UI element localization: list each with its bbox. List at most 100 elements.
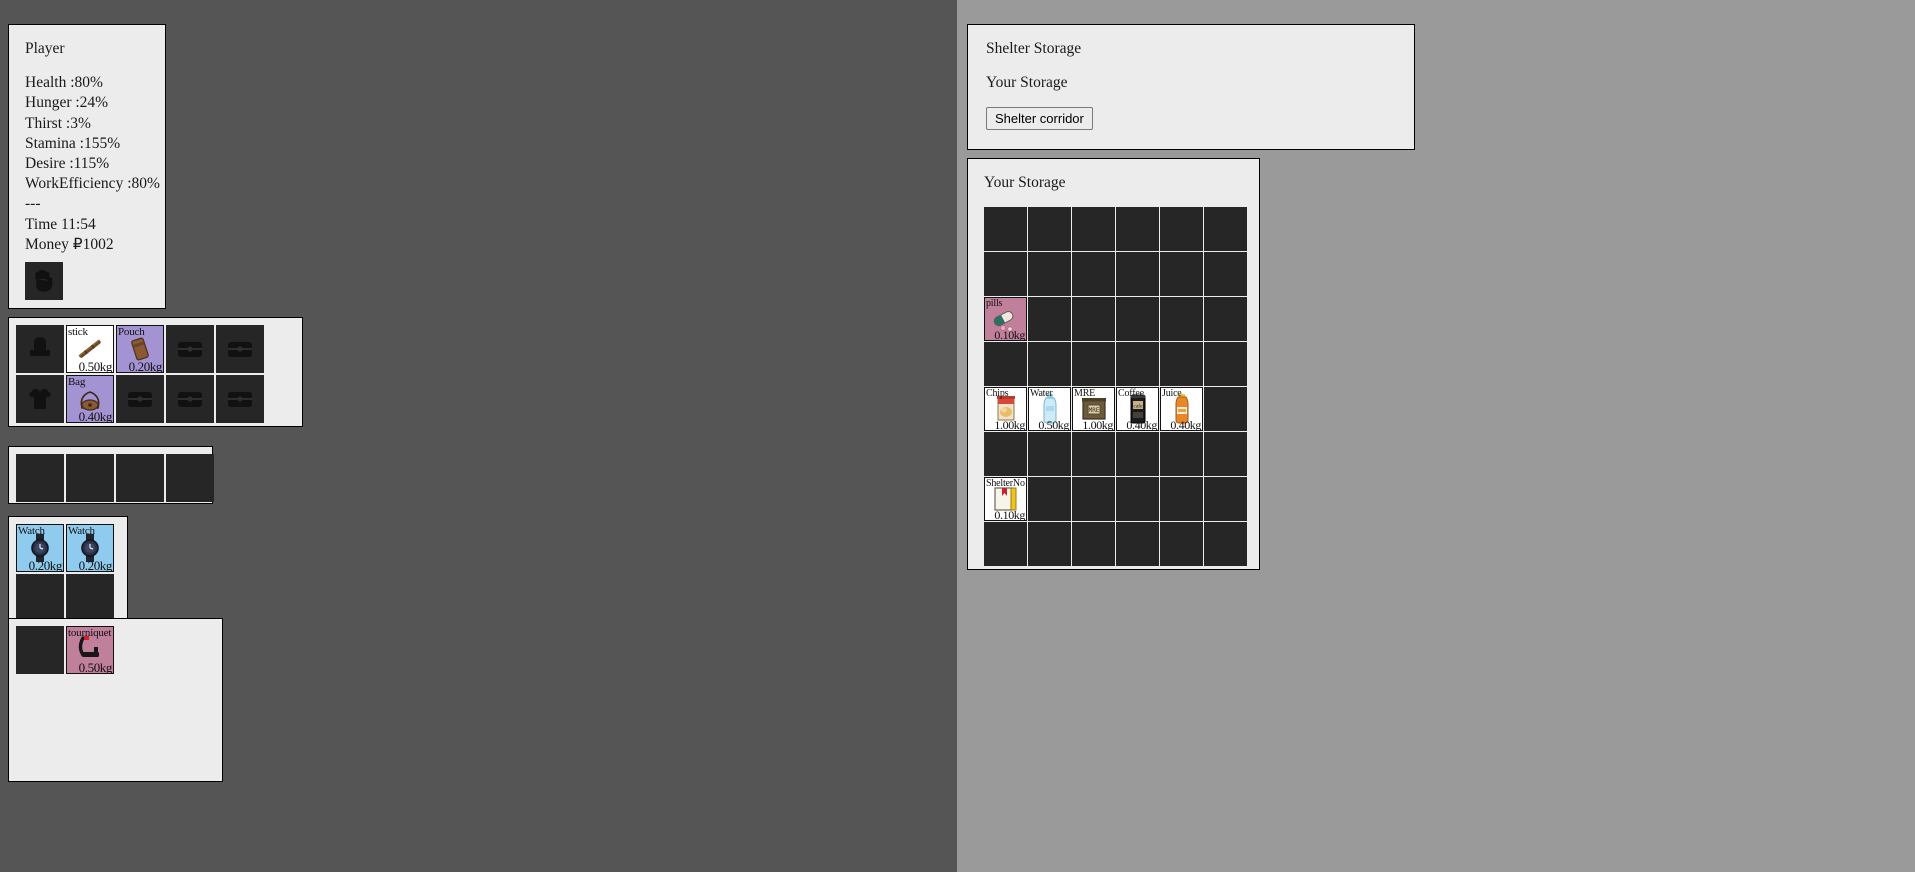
empty-slot[interactable] xyxy=(166,375,214,423)
item-slot-pouch[interactable]: Pouch 0.20kg xyxy=(116,325,164,373)
shirt-slot-icon xyxy=(16,375,64,423)
empty-slot[interactable] xyxy=(16,375,64,423)
item-weight: 0.50kg xyxy=(1038,418,1069,431)
item-weight: 0.40kg xyxy=(1126,418,1157,431)
empty-slot[interactable] xyxy=(1028,342,1071,386)
empty-slot[interactable] xyxy=(1160,432,1203,476)
hotbar-grid xyxy=(16,454,214,502)
empty-slot[interactable] xyxy=(16,454,64,502)
empty-slot[interactable] xyxy=(1116,252,1159,296)
item-weight: 0.50kg xyxy=(78,660,113,674)
your-storage-grid: pills 0.10kg Chips 1.00kg Water 0.50kg MRE MRE 1… xyxy=(984,207,1247,566)
item-slot-juice[interactable]: Juice 0.40kg xyxy=(1160,387,1203,431)
empty-slot[interactable] xyxy=(16,626,64,674)
empty-slot[interactable] xyxy=(1072,207,1115,251)
empty-slot[interactable] xyxy=(984,342,1027,386)
chest-slot-icon xyxy=(216,325,264,373)
empty-slot[interactable] xyxy=(16,325,64,373)
empty-slot[interactable] xyxy=(1204,207,1247,251)
empty-slot[interactable] xyxy=(16,574,64,622)
empty-slot[interactable] xyxy=(984,522,1027,566)
empty-slot[interactable] xyxy=(1204,477,1247,521)
empty-slot[interactable] xyxy=(1028,297,1071,341)
player-time: Time 11:54 xyxy=(25,215,96,233)
empty-slot[interactable] xyxy=(116,375,164,423)
empty-slot[interactable] xyxy=(1028,252,1071,296)
item-slot-pills[interactable]: pills 0.10kg xyxy=(984,297,1027,341)
empty-slot[interactable] xyxy=(166,325,214,373)
shelter-corridor-button[interactable]: Shelter corridor xyxy=(986,107,1093,130)
empty-slot[interactable] xyxy=(1116,522,1159,566)
item-weight: 0.10kg xyxy=(994,328,1025,341)
empty-slot[interactable] xyxy=(984,252,1027,296)
chest-slot-icon xyxy=(166,375,214,423)
item-weight: 0.40kg xyxy=(78,409,113,423)
empty-slot[interactable] xyxy=(1204,342,1247,386)
empty-slot[interactable] xyxy=(1160,342,1203,386)
empty-slot[interactable] xyxy=(1072,252,1115,296)
item-slot-bag[interactable]: Bag 0.40kg xyxy=(66,375,114,423)
empty-slot[interactable] xyxy=(1204,432,1247,476)
empty-slot[interactable] xyxy=(1116,477,1159,521)
item-name: Pouch xyxy=(118,326,145,338)
item-weight: 0.10kg xyxy=(994,508,1025,521)
equipment-panel: stick 0.50kg Pouch 0.20kg Bag 0.40kg xyxy=(8,317,303,427)
item-slot-shelterno[interactable]: ShelterNo 0.10kg xyxy=(984,477,1027,521)
empty-slot[interactable] xyxy=(984,432,1027,476)
empty-slot[interactable] xyxy=(166,454,214,502)
empty-slot[interactable] xyxy=(1160,522,1203,566)
item-slot-mre[interactable]: MRE MRE 1.00kg xyxy=(1072,387,1115,431)
empty-slot[interactable] xyxy=(116,454,164,502)
empty-slot[interactable] xyxy=(1072,477,1115,521)
item-slot-water[interactable]: Water 0.50kg xyxy=(1028,387,1071,431)
empty-slot[interactable] xyxy=(1116,297,1159,341)
your-storage-panel: Your Storage pills 0.10kg Chips 1.00kg Water… xyxy=(967,158,1260,570)
empty-slot[interactable] xyxy=(1204,297,1247,341)
empty-slot[interactable] xyxy=(216,375,264,423)
empty-slot[interactable] xyxy=(1160,477,1203,521)
item-slot-tourniquet[interactable]: tourniquet 0.50kg xyxy=(66,626,114,674)
empty-slot[interactable] xyxy=(1028,522,1071,566)
empty-slot[interactable] xyxy=(1028,207,1071,251)
empty-slot[interactable] xyxy=(66,574,114,622)
item-name: Juice xyxy=(1162,388,1182,399)
item-name: MRE xyxy=(1074,388,1096,399)
item-weight: 0.40kg xyxy=(1170,418,1201,431)
item-weight: 0.20kg xyxy=(28,558,63,572)
empty-slot[interactable] xyxy=(66,454,114,502)
empty-slot[interactable] xyxy=(1028,477,1071,521)
bag-contents-panel: tourniquet 0.50kg xyxy=(8,618,223,782)
item-name: Chips xyxy=(986,388,1009,399)
item-name: Watch xyxy=(68,525,95,537)
equipped-hand-slot[interactable] xyxy=(25,262,63,301)
empty-slot[interactable] xyxy=(1116,432,1159,476)
empty-slot[interactable] xyxy=(1116,342,1159,386)
empty-slot[interactable] xyxy=(216,325,264,373)
item-name: Coffee xyxy=(1118,388,1144,399)
item-slot-coffee[interactable]: cafe Coffee 0.40kg xyxy=(1116,387,1159,431)
empty-slot[interactable] xyxy=(1160,297,1203,341)
item-slot-chips[interactable]: Chips 1.00kg xyxy=(984,387,1027,431)
item-slot-watch[interactable]: Watch 0.20kg xyxy=(16,524,64,572)
empty-slot[interactable] xyxy=(1072,342,1115,386)
hand-icon xyxy=(31,268,57,294)
empty-slot[interactable] xyxy=(1072,522,1115,566)
item-slot-watch[interactable]: Watch 0.20kg xyxy=(66,524,114,572)
empty-slot[interactable] xyxy=(1160,252,1203,296)
empty-slot[interactable] xyxy=(1204,522,1247,566)
empty-slot[interactable] xyxy=(984,207,1027,251)
item-slot-stick[interactable]: stick 0.50kg xyxy=(66,325,114,373)
empty-slot[interactable] xyxy=(1028,432,1071,476)
empty-slot[interactable] xyxy=(1160,207,1203,251)
item-name: Watch xyxy=(18,525,45,537)
empty-slot[interactable] xyxy=(1204,387,1247,431)
empty-slot[interactable] xyxy=(1116,207,1159,251)
chest-slot-icon xyxy=(166,325,214,373)
empty-slot[interactable] xyxy=(1204,252,1247,296)
item-name: stick xyxy=(68,326,88,338)
player-stat-thirst: Thirst :3% xyxy=(25,114,91,132)
player-status-panel: Player Health :80% Hunger :24% Thirst :3… xyxy=(8,24,166,309)
empty-slot[interactable] xyxy=(1072,297,1115,341)
svg-text:MRE: MRE xyxy=(1088,407,1099,414)
empty-slot[interactable] xyxy=(1072,432,1115,476)
